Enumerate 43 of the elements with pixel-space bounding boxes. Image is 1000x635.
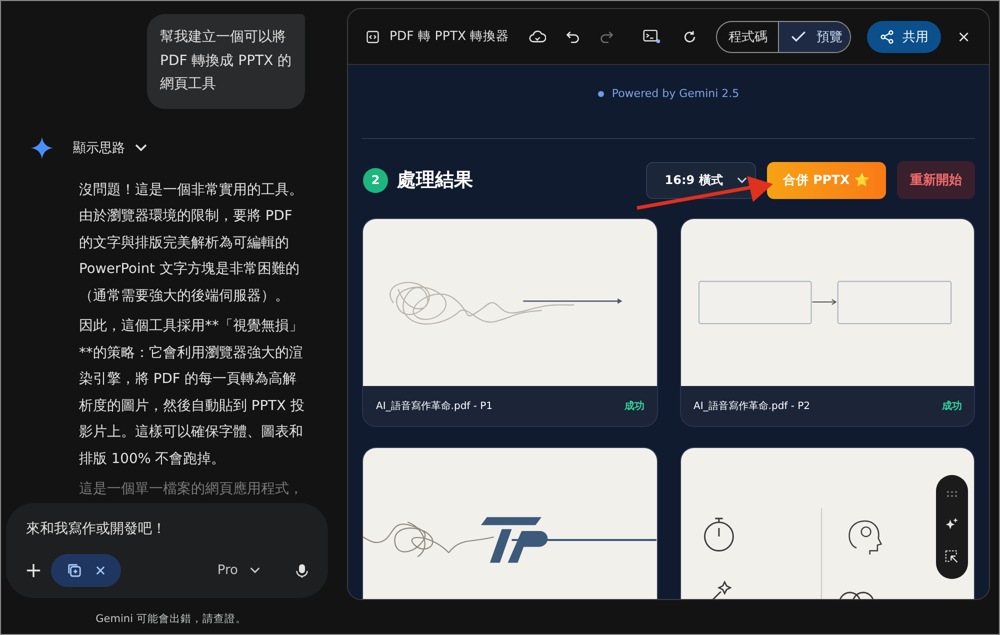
refresh-icon[interactable] — [682, 30, 696, 44]
drag-handle-icon[interactable] — [946, 490, 958, 498]
chevron-icon — [135, 144, 147, 152]
restart-button[interactable]: 重新開始 — [897, 161, 975, 199]
file-name: AI_語音寫作革命.pdf - P1 — [376, 400, 493, 413]
chevron-icon — [250, 567, 260, 574]
file-name: AI_語音寫作革命.pdf - P2 — [694, 400, 810, 413]
powered-by-text: Powered by Gemini 2.5 — [612, 87, 740, 100]
select-element-icon[interactable] — [945, 550, 959, 564]
check-icon — [791, 31, 806, 42]
canvas-icon — [67, 563, 82, 578]
microphone-icon[interactable] — [296, 562, 308, 578]
model-selector[interactable]: Pro — [211, 562, 266, 579]
disclaimer-text: Gemini 可能會出錯，請查證。 — [94, 612, 248, 627]
share-button[interactable]: 共用 — [867, 20, 942, 52]
status-text: 成功 — [942, 400, 962, 413]
close-icon[interactable] — [96, 566, 105, 575]
status-text: 成功 — [624, 400, 644, 413]
response-paragraph: 沒問題！這是一個非常實用的工具。由於瀏覽器環境的限制，要將 PDF 的文字與排版完美解析為可編輯的 PowerPoint 文字方塊是非常困難的（通常需要強大的後端伺服器）。 — [79, 180, 304, 306]
canvas-chip[interactable] — [51, 554, 121, 587]
sparkle-icon[interactable] — [945, 516, 959, 531]
share-icon — [880, 30, 894, 44]
canvas-title: PDF 轉 PPTX 轉換器 — [390, 28, 510, 45]
undo-icon[interactable] — [566, 30, 580, 42]
plus-icon[interactable] — [26, 563, 41, 578]
response-paragraph: 因此，這個工具採用**「視覺無損」**的策略：它會利用瀏覽器強大的渲染引擎，將 PDF 的每一頁轉為高解析度的圖片，然後自動貼到 PPTX 投影片上。這樣可以確保字體、圖表和排版 100% 不會跑掉。 — [79, 317, 305, 468]
section-title: 處理結果 — [397, 168, 473, 193]
view-tab[interactable]: 預覽 — [778, 22, 850, 52]
sparkle-icon — [31, 136, 53, 158]
prompt-input[interactable]: 來和我寫作或開發吧！ — [26, 519, 308, 539]
layout-select[interactable]: 16:9 橫式 — [646, 162, 756, 198]
response-paragraph: 這是一個單一檔案的網頁應用程式， — [79, 480, 304, 499]
show-thinking-toggle[interactable]: 顯示思路 — [73, 138, 147, 156]
close-icon[interactable] — [959, 32, 969, 42]
user-message: 幫我建立一個可以將 PDF 轉換成 PPTX 的網頁工具 — [147, 14, 305, 108]
status-dot — [598, 90, 604, 96]
chevron-icon — [736, 176, 747, 184]
redo-icon[interactable] — [600, 30, 614, 42]
view-tab[interactable]: 程式碼 — [717, 22, 778, 52]
step-number: 2 — [363, 168, 388, 192]
code-icon — [366, 30, 380, 44]
terminal-icon[interactable] — [643, 29, 661, 44]
cloud-icon[interactable] — [529, 30, 546, 43]
